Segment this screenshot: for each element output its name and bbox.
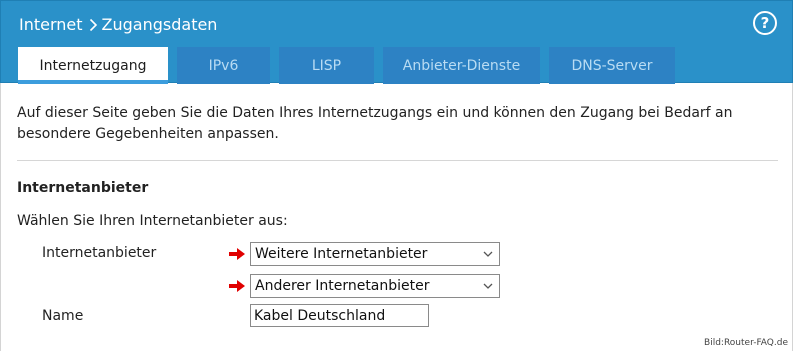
provider-sub-select-value: Anderer Internetanbieter	[255, 278, 430, 294]
chevron-down-icon	[483, 283, 493, 289]
choose-provider-label: Wählen Sie Ihren Internetanbieter aus:	[17, 213, 288, 229]
name-label: Name	[42, 308, 84, 324]
red-arrow-icon	[229, 248, 245, 260]
breadcrumb: Internet Zugangsdaten	[19, 13, 217, 37]
tab-ipv6[interactable]: IPv6	[177, 47, 270, 84]
tab-bar: Internetzugang IPv6 LISP Anbieter-Dienst…	[18, 47, 675, 84]
red-arrow-icon	[229, 280, 245, 292]
name-field[interactable]	[250, 304, 429, 327]
intro-text: Auf dieser Seite geben Sie die Daten Ihr…	[17, 105, 733, 142]
provider-select-value: Weitere Internetanbieter	[255, 246, 428, 262]
header-bar: Internet Zugangsdaten ? Internetzugang I…	[0, 0, 793, 84]
breadcrumb-current: Zugangsdaten	[101, 15, 218, 34]
chevron-right-icon	[89, 18, 98, 32]
help-icon[interactable]: ?	[753, 11, 777, 35]
tab-dns-server[interactable]: DNS-Server	[549, 47, 675, 84]
chevron-down-icon	[483, 251, 493, 257]
breadcrumb-root[interactable]: Internet	[19, 13, 83, 37]
tab-anbieter-dienste[interactable]: Anbieter-Dienste	[383, 47, 540, 84]
provider-sub-select[interactable]: Anderer Internetanbieter	[250, 274, 500, 298]
provider-select[interactable]: Weitere Internetanbieter	[250, 242, 500, 266]
watermark: Bild:Router-FAQ.de	[704, 338, 788, 348]
tab-lisp[interactable]: LISP	[279, 47, 374, 84]
provider-label: Internetanbieter	[42, 245, 157, 261]
main-content: Auf dieser Seite geben Sie die Daten Ihr…	[0, 83, 793, 351]
tab-internetzugang[interactable]: Internetzugang	[18, 47, 168, 84]
section-title: Internetanbieter	[17, 180, 149, 196]
divider	[17, 160, 778, 161]
